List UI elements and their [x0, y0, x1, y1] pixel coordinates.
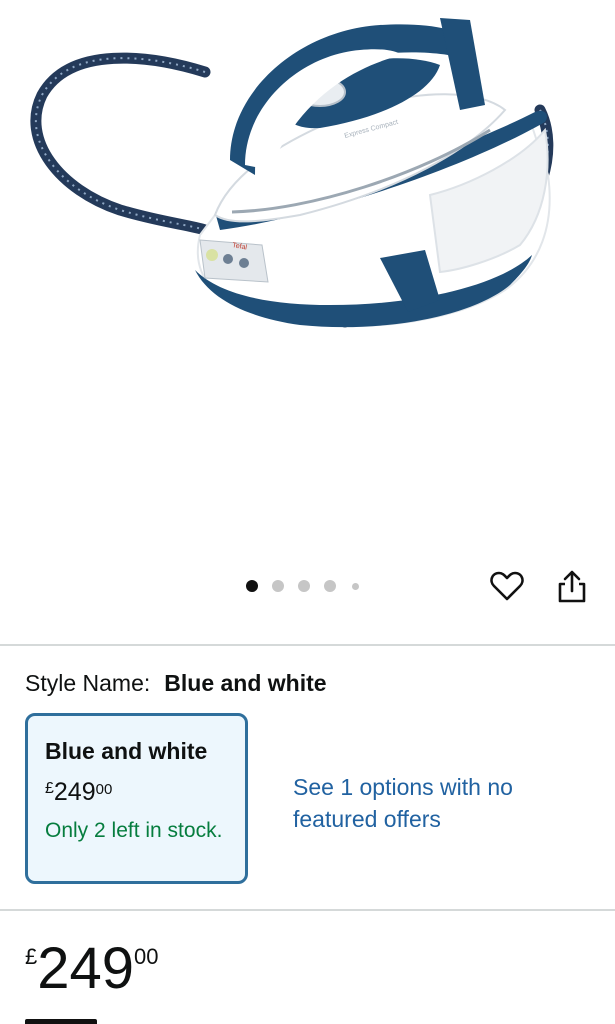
- style-label: Style Name:: [25, 670, 151, 696]
- carousel-dot[interactable]: [246, 580, 258, 592]
- product-price: £24900: [25, 940, 159, 998]
- section-divider: [0, 644, 615, 646]
- style-option-card[interactable]: Blue and white £24900 Only 2 left in sto…: [25, 713, 248, 884]
- product-image: Tefal Express Compact: [30, 18, 554, 328]
- wishlist-button[interactable]: [486, 566, 528, 606]
- product-image-gallery[interactable]: Tefal Express Compact: [0, 0, 615, 560]
- share-icon: [558, 570, 586, 603]
- carousel-dot[interactable]: [272, 580, 284, 592]
- style-option-title: Blue and white: [45, 738, 208, 764]
- style-value: Blue and white: [164, 670, 327, 696]
- price-currency: £: [25, 944, 38, 969]
- price-whole: 249: [37, 936, 135, 1001]
- share-button[interactable]: [552, 566, 592, 606]
- section-divider: [0, 909, 615, 911]
- image-carousel-indicator[interactable]: [246, 577, 359, 595]
- carousel-dot[interactable]: [324, 580, 336, 592]
- carousel-dot[interactable]: [352, 582, 359, 590]
- price-fraction: 00: [134, 944, 159, 969]
- style-name-row: Style Name: Blue and white: [25, 670, 327, 697]
- see-options-link[interactable]: See 1 options with no featured offers: [293, 771, 553, 835]
- carousel-dot[interactable]: [298, 580, 310, 592]
- style-option-price: £24900: [45, 778, 113, 806]
- heart-icon: [490, 571, 524, 601]
- bottom-tab-indicator: [25, 1019, 97, 1024]
- stock-status: Only 2 left in stock.: [45, 819, 223, 842]
